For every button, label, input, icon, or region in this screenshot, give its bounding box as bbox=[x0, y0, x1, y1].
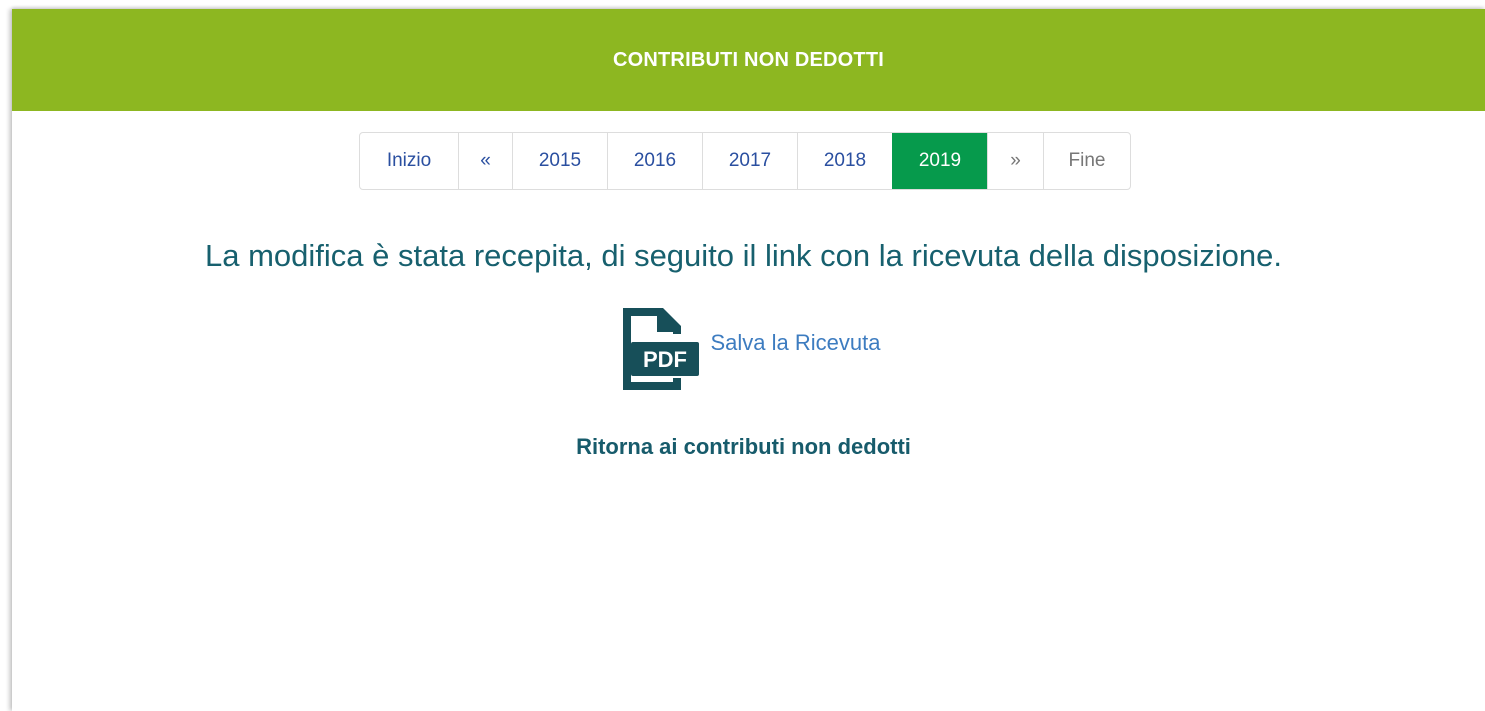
pagination-previous[interactable]: « bbox=[458, 133, 512, 189]
pagination-year-2016[interactable]: 2016 bbox=[607, 133, 702, 189]
pagination-last[interactable]: Fine bbox=[1043, 133, 1130, 189]
pagination-container: Inizio « 2015 2016 2017 2018 2019 » Fine bbox=[12, 132, 1485, 190]
back-to-contributions-link[interactable]: Ritorna ai contributi non dedotti bbox=[12, 434, 1485, 460]
pagination-year-2018[interactable]: 2018 bbox=[797, 133, 892, 189]
pagination-next[interactable]: » bbox=[987, 133, 1043, 189]
year-pagination: Inizio « 2015 2016 2017 2018 2019 » Fine bbox=[359, 132, 1131, 190]
pdf-file-icon[interactable]: PDF bbox=[609, 304, 699, 394]
receipt-download: PDF Salva la Ricevuta bbox=[12, 304, 1485, 394]
save-receipt-link[interactable]: Salva la Ricevuta bbox=[711, 330, 881, 356]
pagination-year-2017[interactable]: 2017 bbox=[702, 133, 797, 189]
pagination-first[interactable]: Inizio bbox=[360, 133, 458, 189]
main-panel: CONTRIBUTI NON DEDOTTI Inizio « 2015 201… bbox=[12, 9, 1485, 711]
confirmation-message: La modifica è stata recepita, di seguito… bbox=[205, 238, 1282, 273]
page-title: CONTRIBUTI NON DEDOTTI bbox=[612, 48, 885, 71]
pdf-icon-label: PDF bbox=[643, 347, 687, 372]
pagination-year-2015[interactable]: 2015 bbox=[512, 133, 607, 189]
panel-header: CONTRIBUTI NON DEDOTTI bbox=[12, 9, 1485, 111]
pagination-year-2019-active[interactable]: 2019 bbox=[892, 133, 987, 189]
